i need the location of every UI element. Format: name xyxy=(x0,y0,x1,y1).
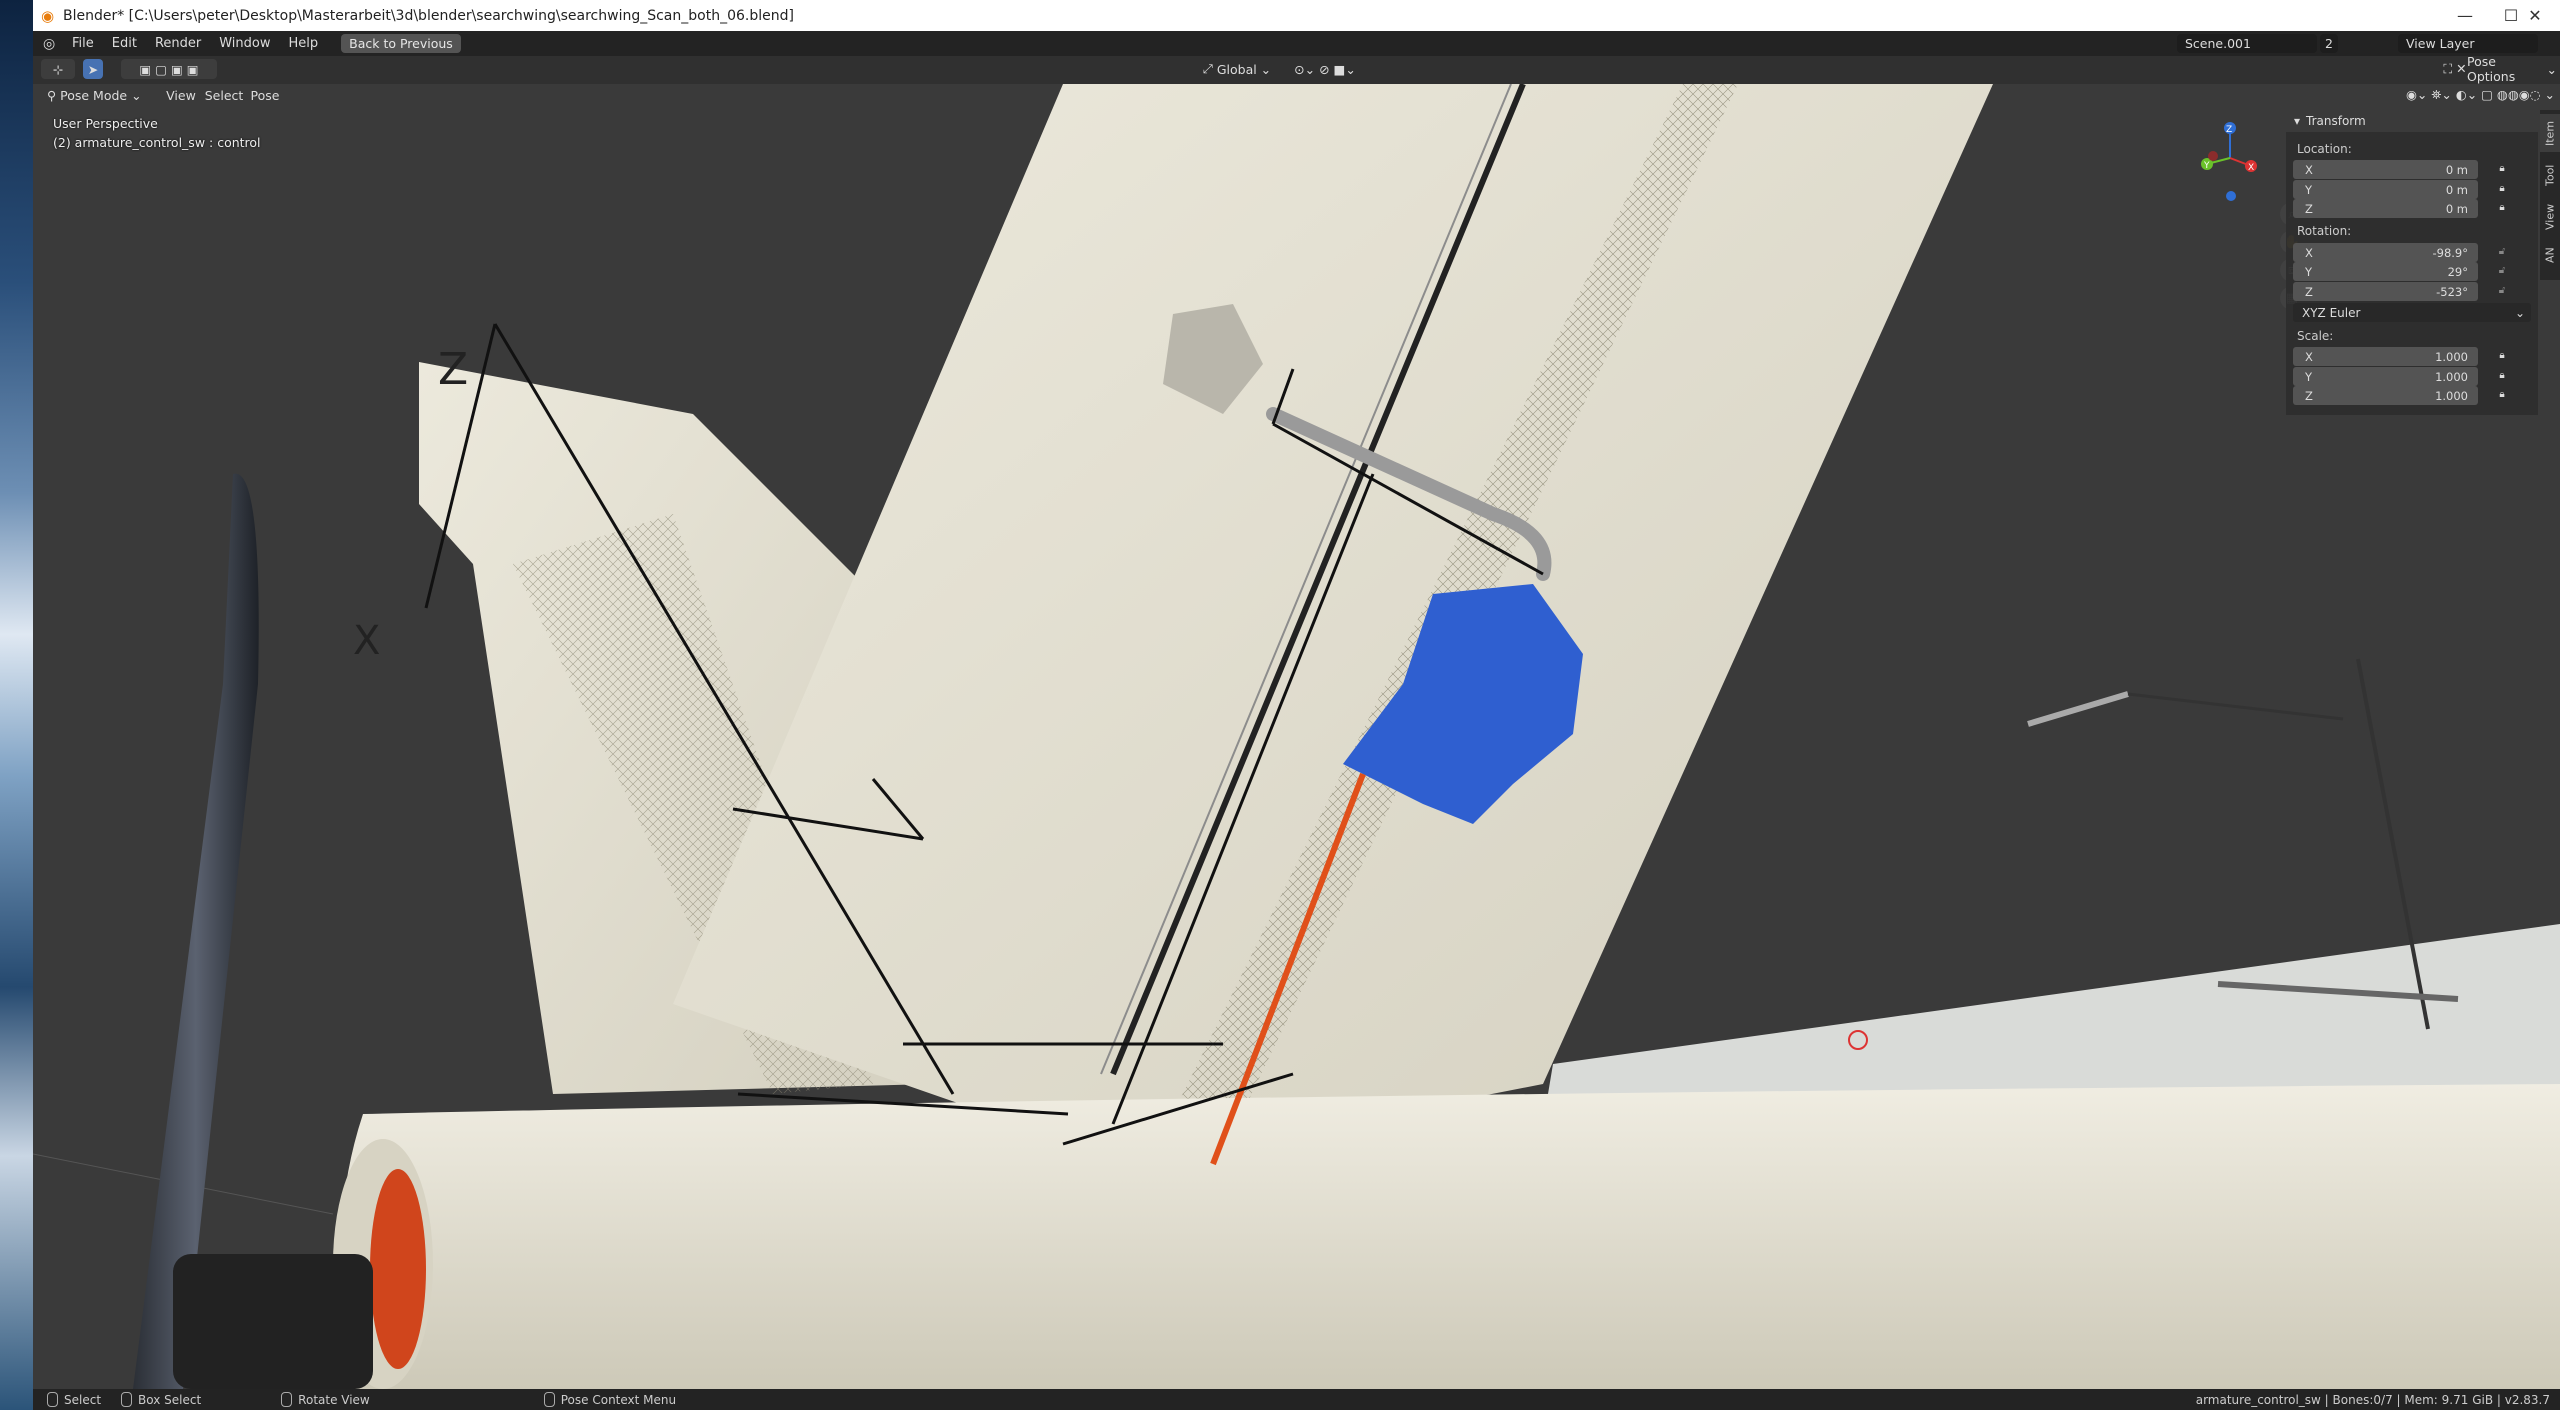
scene-name: Scene.001 xyxy=(2185,36,2251,51)
pose-mode-icon: ⚲ xyxy=(47,87,61,103)
blender-window: ◉ Blender* [C:\Users\peter\Desktop\Maste… xyxy=(33,0,2560,1410)
vertical-stabilizer xyxy=(673,84,1993,1164)
pose-options-dropdown[interactable]: Pose Options ⌄ xyxy=(2467,54,2557,84)
desktop-background xyxy=(0,0,33,1410)
lock-icon[interactable]: 🔒︎ xyxy=(2497,389,2507,401)
lock-icon[interactable]: 🔓︎ xyxy=(2497,285,2507,297)
rotation-z-field[interactable]: Z -523° xyxy=(2293,282,2478,301)
status-context-menu: Pose Context Menu xyxy=(543,1392,676,1407)
scene-selector[interactable]: Scene.001 xyxy=(2177,34,2317,53)
navigation-gizmo[interactable]: Z X Y xyxy=(2193,118,2267,208)
rotation-x-field[interactable]: X -98.9° xyxy=(2293,243,2478,262)
scale-y-field[interactable]: Y 1.000 xyxy=(2293,367,2478,386)
title-bar: ◉ Blender* [C:\Users\peter\Desktop\Maste… xyxy=(33,0,2560,31)
tab-view[interactable]: View xyxy=(2540,198,2560,236)
menu-help[interactable]: Help xyxy=(280,36,328,51)
status-bar: Select Box Select Rotate View Pose Conte… xyxy=(33,1389,2560,1410)
lock-icon[interactable]: 🔒︎ xyxy=(2497,350,2507,362)
shading-buttons[interactable]: ◉⌄ ⛯⌄ ◐⌄ ▢ ◍◍◉◌ ⌄ xyxy=(2305,85,2555,105)
mode-selector[interactable]: ⚲ Pose Mode ⌄ xyxy=(41,85,159,105)
view-layer-selector[interactable]: View Layer xyxy=(2398,34,2538,53)
viewport-header: ⚲ Pose Mode ⌄ View Select Pose ◉⌄ ⛯⌄ ◐⌄ … xyxy=(33,84,2560,108)
menu-select[interactable]: Select xyxy=(199,85,249,105)
tab-an[interactable]: AN xyxy=(2540,240,2560,270)
lock-icon[interactable]: 🔒︎ xyxy=(2497,183,2507,195)
window-title: Blender* [C:\Users\peter\Desktop\Mastera… xyxy=(63,7,794,24)
orientation-dropdown[interactable]: ⤢ Global ⌄ xyxy=(1197,59,1277,79)
motor xyxy=(173,1254,373,1389)
tab-tool[interactable]: Tool xyxy=(2540,156,2560,194)
gizmo-x-label: X xyxy=(2248,163,2254,173)
mouse-left-icon xyxy=(47,1392,58,1407)
active-object-label: (2) armature_control_sw : control xyxy=(53,135,261,150)
chevron-down-icon: ⌄ xyxy=(2514,305,2525,320)
propeller xyxy=(133,473,259,1389)
tab-item[interactable]: Item xyxy=(2540,114,2560,152)
minimize-button[interactable]: — xyxy=(2442,0,2488,31)
rotation-mode-dropdown[interactable]: XYZ Euler ⌄ xyxy=(2293,303,2531,322)
menu-render[interactable]: Render xyxy=(146,36,210,51)
gizmo-z-label: Z xyxy=(2226,125,2232,135)
view-layer-name: View Layer xyxy=(2406,36,2475,51)
gizmo-y-label: Y xyxy=(2203,161,2210,171)
scale-x-field[interactable]: X 1.000 xyxy=(2293,347,2478,366)
status-info: armature_control_sw | Bones:0/7 | Mem: 9… xyxy=(2195,1392,2550,1407)
status-select: Select xyxy=(47,1392,101,1407)
status-box-select: Box Select xyxy=(121,1392,201,1407)
mouse-middle-icon xyxy=(121,1392,133,1407)
menu-pose[interactable]: Pose xyxy=(243,85,287,105)
sidebar-tabs: Item Tool View AN xyxy=(2540,110,2560,280)
close-button[interactable]: ✕ xyxy=(2512,0,2558,31)
location-y-field[interactable]: Y0 m xyxy=(2293,180,2478,199)
scene-render: Z X xyxy=(33,84,2560,1389)
chevron-down-icon: ⌄ xyxy=(1256,61,1272,77)
scale-z-field[interactable]: Z 1.000 xyxy=(2293,386,2478,405)
transform-panel-header[interactable]: ▾ Transform xyxy=(2286,110,2538,132)
tool-header: ⊹ ➤ ▣ ▢ ▣ ▣ ⤢ Global ⌄ ⊙⌄ ⊘ ■⌄ ⛶ ✕ Pose … xyxy=(33,54,2560,84)
axis-x-label: X xyxy=(353,618,380,664)
transform-panel: ▾ Transform Location: X0 m 🔒︎ Y0 m 🔒︎ Z0… xyxy=(2286,110,2538,415)
menu-edit[interactable]: Edit xyxy=(103,36,146,51)
back-to-previous-button[interactable]: Back to Previous xyxy=(341,34,461,53)
scene-users-count: 2 xyxy=(2320,34,2338,53)
mouse-middle-icon xyxy=(281,1392,293,1407)
select-tool-icon[interactable]: ➤ xyxy=(83,59,103,79)
location-z-field[interactable]: Z0 m xyxy=(2293,199,2478,218)
orientation-icon: ⤢ xyxy=(1202,61,1217,76)
mouse-right-icon xyxy=(543,1392,555,1407)
editor-type-button[interactable]: ⊹ xyxy=(41,59,75,79)
3d-viewport[interactable]: Z X User Perspective (2) armature_contro… xyxy=(33,84,2560,1389)
menu-file[interactable]: File xyxy=(63,36,103,51)
location-label: Location: xyxy=(2297,142,2352,156)
menu-window[interactable]: Window xyxy=(210,36,279,51)
rotation-mode-label: XYZ Euler xyxy=(2302,305,2361,320)
selection-mode-buttons[interactable]: ▣ ▢ ▣ ▣ xyxy=(121,59,217,79)
orientation-label: Global xyxy=(1216,61,1257,77)
scale-label: Scale: xyxy=(2297,329,2334,343)
lock-icon[interactable]: 🔒︎ xyxy=(2497,202,2507,214)
panel-title: Transform xyxy=(2306,114,2366,128)
mode-label: Pose Mode xyxy=(60,87,128,103)
lock-icon[interactable]: 🔒︎ xyxy=(2497,163,2507,175)
fuselage xyxy=(340,1084,2560,1389)
rotation-label: Rotation: xyxy=(2297,224,2352,238)
status-rotate-view: Rotate View xyxy=(281,1392,370,1407)
menu-view[interactable]: View xyxy=(159,85,203,105)
pose-options-label: Pose Options xyxy=(2467,54,2516,84)
viewport-perspective-label: User Perspective xyxy=(53,116,158,131)
blender-logo-icon: ◉ xyxy=(41,6,55,25)
pivot-snap-controls[interactable]: ⊙⌄ ⊘ ■⌄ xyxy=(1285,59,1365,79)
lock-icon[interactable]: 🔒︎ xyxy=(2497,370,2507,382)
blender-menu-icon[interactable]: ◎ xyxy=(43,36,63,52)
collapse-arrow-icon: ▾ xyxy=(2294,114,2301,128)
motor-mount xyxy=(370,1169,426,1369)
lock-icon[interactable]: 🔓︎ xyxy=(2497,246,2507,258)
axis-z-label: Z xyxy=(438,344,468,395)
location-x-field[interactable]: X0 m xyxy=(2293,160,2478,179)
rotation-y-field[interactable]: Y 29° xyxy=(2293,262,2478,281)
lock-icon[interactable]: 🔓︎ xyxy=(2497,265,2507,277)
